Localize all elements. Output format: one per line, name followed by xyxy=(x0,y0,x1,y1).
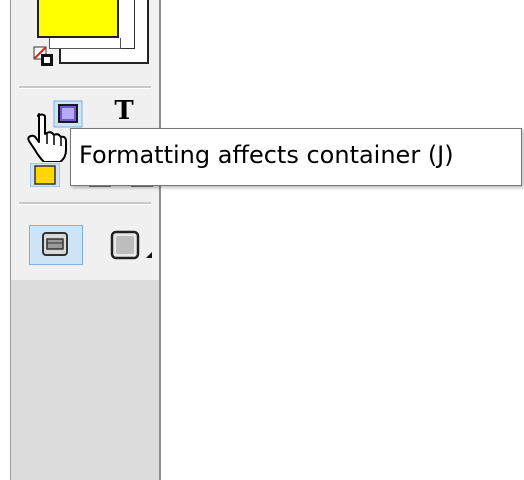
tools-panel-empty-area xyxy=(11,280,159,480)
hand-pointer-icon xyxy=(27,113,67,162)
tooltip-text: Formatting affects container (J) xyxy=(79,141,454,169)
default-fill-stroke-icon[interactable] xyxy=(33,46,55,68)
preview-mode-button[interactable] xyxy=(106,227,162,267)
fill-swatch[interactable] xyxy=(37,0,119,38)
separator xyxy=(19,202,151,205)
normal-view-button[interactable] xyxy=(29,225,83,265)
apply-color-button[interactable] xyxy=(30,163,60,187)
separator xyxy=(19,86,151,89)
fill-swatch-shadow xyxy=(49,38,121,49)
formatting-affects-text-button[interactable]: T xyxy=(108,95,140,127)
tools-panel: T xyxy=(11,0,161,480)
left-edge-strip xyxy=(0,0,11,480)
tooltip: Formatting affects container (J) xyxy=(70,128,522,186)
